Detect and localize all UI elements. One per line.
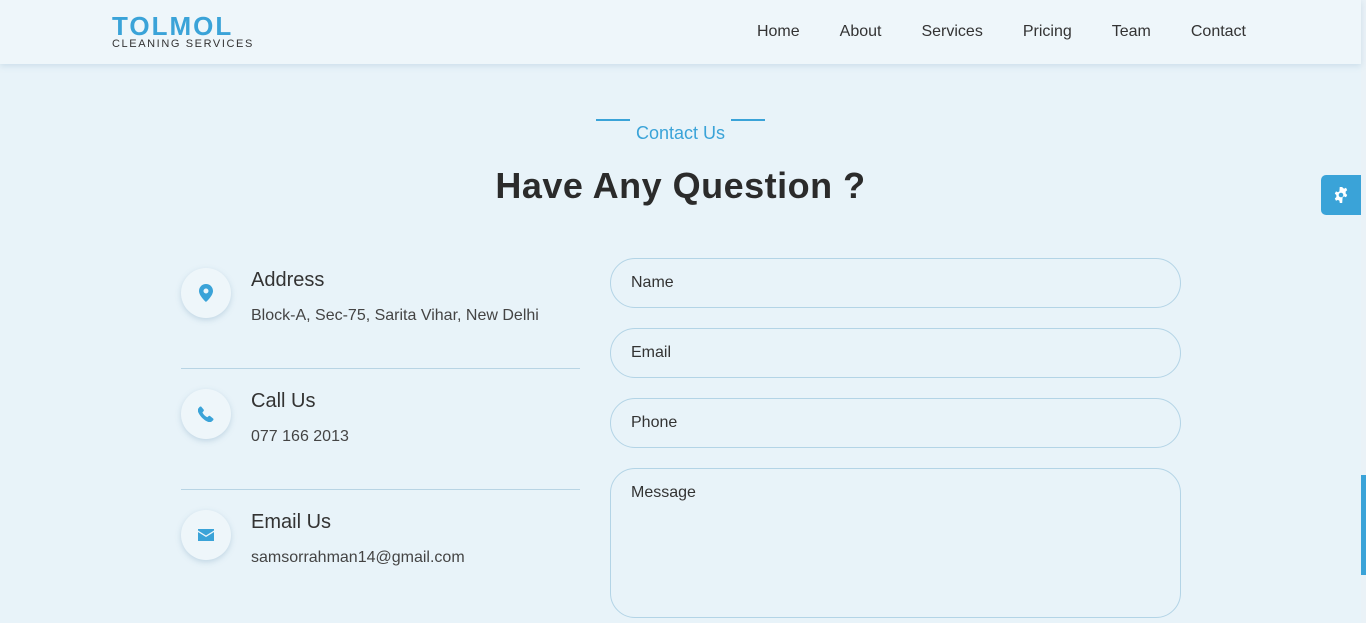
main-nav: Home About Services Pricing Team Contact bbox=[757, 0, 1246, 64]
section-subtitle-text: Contact Us bbox=[635, 122, 726, 143]
divider bbox=[181, 368, 580, 369]
nav-pricing[interactable]: Pricing bbox=[1023, 23, 1072, 41]
nav-services[interactable]: Services bbox=[921, 23, 982, 41]
email-field[interactable] bbox=[610, 328, 1181, 378]
scrollbar-thumb[interactable] bbox=[1361, 475, 1366, 575]
nav-contact[interactable]: Contact bbox=[1191, 23, 1246, 41]
settings-button[interactable] bbox=[1321, 175, 1361, 215]
email-value[interactable]: samsorrahman14@gmail.com bbox=[251, 549, 465, 567]
site-header: TOLMOL CLEANING SERVICES Home About Serv… bbox=[0, 0, 1361, 64]
section-title: Have Any Question ? bbox=[495, 164, 866, 206]
gear-icon bbox=[1334, 187, 1348, 203]
phone-value[interactable]: 077 166 2013 bbox=[251, 428, 349, 446]
divider bbox=[181, 489, 580, 490]
nav-home[interactable]: Home bbox=[757, 23, 800, 41]
nav-team[interactable]: Team bbox=[1112, 23, 1151, 41]
subtitle-line-left bbox=[595, 119, 630, 121]
contact-email: Email Us samsorrahman14@gmail.com bbox=[181, 500, 580, 621]
logo-tagline: CLEANING SERVICES bbox=[112, 38, 254, 50]
section-subtitle: Contact Us bbox=[595, 111, 766, 155]
address-value: Block-A, Sec-75, Sarita Vihar, New Delhi bbox=[251, 307, 539, 324]
nav-about[interactable]: About bbox=[840, 23, 882, 41]
logo[interactable]: TOLMOL CLEANING SERVICES bbox=[112, 13, 254, 50]
email-heading: Email Us bbox=[251, 511, 332, 533]
phone-field[interactable] bbox=[610, 398, 1181, 448]
contact-form bbox=[610, 258, 1181, 623]
phone-icon bbox=[181, 389, 231, 439]
page-scrollbar[interactable] bbox=[1361, 0, 1366, 623]
envelope-icon bbox=[181, 510, 231, 560]
section-header: Contact Us Have Any Question ? bbox=[0, 108, 1361, 207]
contact-info: Address Block-A, Sec-75, Sarita Vihar, N… bbox=[181, 258, 580, 621]
message-field[interactable] bbox=[610, 468, 1181, 618]
subtitle-line-right bbox=[731, 119, 766, 121]
contact-phone: Call Us 077 166 2013 bbox=[181, 379, 580, 500]
contact-address: Address Block-A, Sec-75, Sarita Vihar, N… bbox=[181, 258, 580, 379]
map-marker-icon bbox=[181, 268, 231, 318]
phone-heading: Call Us bbox=[251, 390, 316, 412]
name-field[interactable] bbox=[610, 258, 1181, 308]
address-heading: Address bbox=[251, 269, 325, 291]
logo-title: TOLMOL bbox=[112, 11, 234, 41]
